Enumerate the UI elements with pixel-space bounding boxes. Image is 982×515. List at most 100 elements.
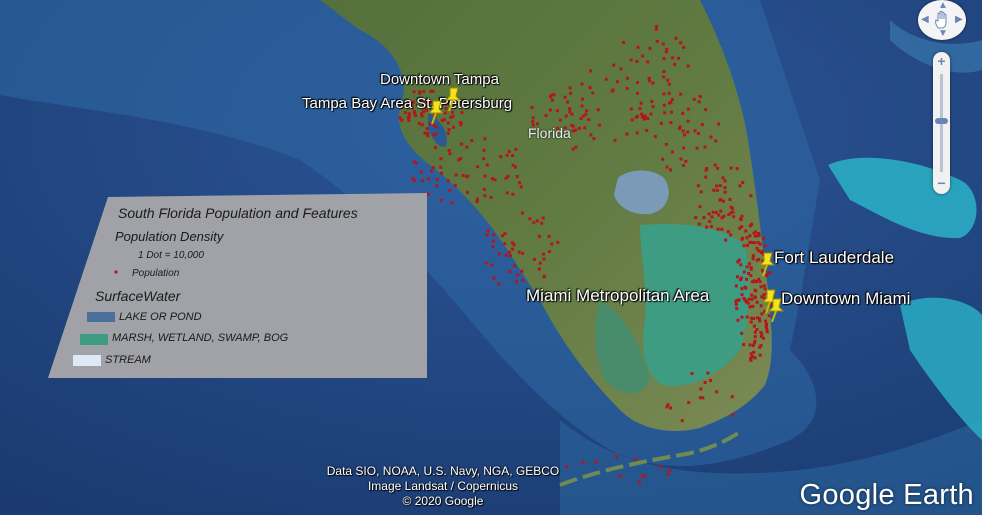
pan-right-icon[interactable]: ▶ xyxy=(955,15,963,25)
population-dot xyxy=(503,242,507,246)
plus-icon[interactable]: + xyxy=(934,54,949,69)
population-dot xyxy=(722,199,726,203)
population-dot xyxy=(506,174,510,178)
pushpin-icon[interactable] xyxy=(756,251,778,277)
population-dot xyxy=(744,286,748,290)
population-dot xyxy=(669,406,673,410)
pushpin-icon[interactable] xyxy=(425,99,447,125)
population-dot xyxy=(412,90,416,94)
population-dot xyxy=(748,343,752,347)
population-dot xyxy=(704,108,708,112)
pan-down-icon[interactable]: ▼ xyxy=(938,29,948,39)
population-dot xyxy=(435,178,439,181)
navigation-control[interactable]: ▲ ▼ ◀ ▶ xyxy=(918,0,966,40)
population-dot xyxy=(709,225,713,229)
population-dot xyxy=(604,77,608,81)
population-dot xyxy=(704,168,708,172)
population-dot xyxy=(752,231,756,235)
downtown-miami-label[interactable]: Downtown Miami xyxy=(781,289,910,309)
population-dot xyxy=(589,133,593,137)
population-dot xyxy=(729,233,733,237)
population-dot xyxy=(662,70,666,73)
population-dot xyxy=(515,280,518,284)
florida-label: Florida xyxy=(528,125,571,141)
map-view[interactable]: Downtown Tampa Tampa Bay Area St. Peters… xyxy=(0,0,982,515)
population-dot xyxy=(552,93,556,97)
population-dot xyxy=(563,95,567,99)
population-dot xyxy=(706,371,710,375)
population-dot xyxy=(641,54,645,58)
population-dot xyxy=(738,184,742,188)
population-dot xyxy=(648,46,652,50)
population-dot xyxy=(741,236,745,240)
population-dot xyxy=(425,127,429,131)
population-dot xyxy=(542,257,546,261)
population-dot xyxy=(544,113,548,117)
population-dot xyxy=(453,183,457,187)
fort-lauderdale-label[interactable]: Fort Lauderdale xyxy=(774,248,894,268)
st-petersburg-label[interactable]: Tampa Bay Area St. Petersburg xyxy=(302,95,512,112)
population-dot xyxy=(558,118,562,122)
miami-metro-label[interactable]: Miami Metropolitan Area xyxy=(526,286,709,306)
population-dot xyxy=(728,198,732,201)
population-dot xyxy=(753,280,757,283)
population-dot xyxy=(571,147,575,151)
population-dot xyxy=(509,254,512,258)
population-dot xyxy=(677,56,680,60)
population-dot xyxy=(752,350,756,354)
population-dot xyxy=(687,401,691,404)
hand-icon[interactable] xyxy=(933,10,951,30)
population-dot xyxy=(746,243,750,247)
population-dot xyxy=(753,330,757,334)
population-dot xyxy=(520,211,524,215)
population-dot xyxy=(662,57,666,60)
population-dot xyxy=(709,378,712,382)
population-dot xyxy=(446,179,450,183)
population-dot xyxy=(751,280,755,284)
pan-left-icon[interactable]: ◀ xyxy=(921,15,929,25)
population-dot xyxy=(666,472,670,476)
pushpin-icon[interactable] xyxy=(765,297,787,323)
population-dot xyxy=(537,267,541,271)
population-dot xyxy=(750,297,754,301)
map-attribution: Data SIO, NOAA, U.S. Navy, NGA, GEBCO Im… xyxy=(290,464,596,509)
downtown-tampa-label[interactable]: Downtown Tampa xyxy=(380,71,499,88)
population-dot xyxy=(742,244,746,248)
population-dot xyxy=(740,293,744,297)
population-dot xyxy=(718,198,722,202)
population-dot xyxy=(422,89,426,93)
minus-icon[interactable]: − xyxy=(934,176,949,191)
population-dot xyxy=(497,282,501,286)
population-dot xyxy=(485,233,489,237)
population-dot xyxy=(636,114,640,118)
population-dot xyxy=(700,123,704,127)
population-dot xyxy=(419,170,423,174)
population-dot xyxy=(449,115,453,119)
population-dot xyxy=(420,123,424,127)
population-dot xyxy=(723,186,727,190)
population-dot xyxy=(511,247,515,251)
population-dot xyxy=(639,101,643,105)
population-dot xyxy=(681,111,685,115)
population-dot xyxy=(407,112,411,116)
population-dot xyxy=(730,395,734,399)
population-dot xyxy=(483,194,487,198)
population-dot xyxy=(476,197,479,201)
population-dot xyxy=(682,45,685,49)
zoom-thumb[interactable] xyxy=(935,118,948,124)
population-dot xyxy=(491,245,495,248)
population-dot xyxy=(666,403,670,407)
population-dot xyxy=(446,121,450,125)
population-dot xyxy=(622,41,626,44)
population-dot xyxy=(753,335,757,339)
population-dot xyxy=(703,381,707,384)
zoom-slider[interactable]: + − xyxy=(933,52,950,194)
population-dot xyxy=(723,179,727,183)
population-dot xyxy=(748,234,752,238)
population-dot xyxy=(493,178,497,182)
population-dot xyxy=(754,289,758,293)
population-dot xyxy=(668,468,672,472)
population-dot xyxy=(737,258,741,262)
population-dot xyxy=(512,243,516,247)
population-dot xyxy=(447,128,451,132)
